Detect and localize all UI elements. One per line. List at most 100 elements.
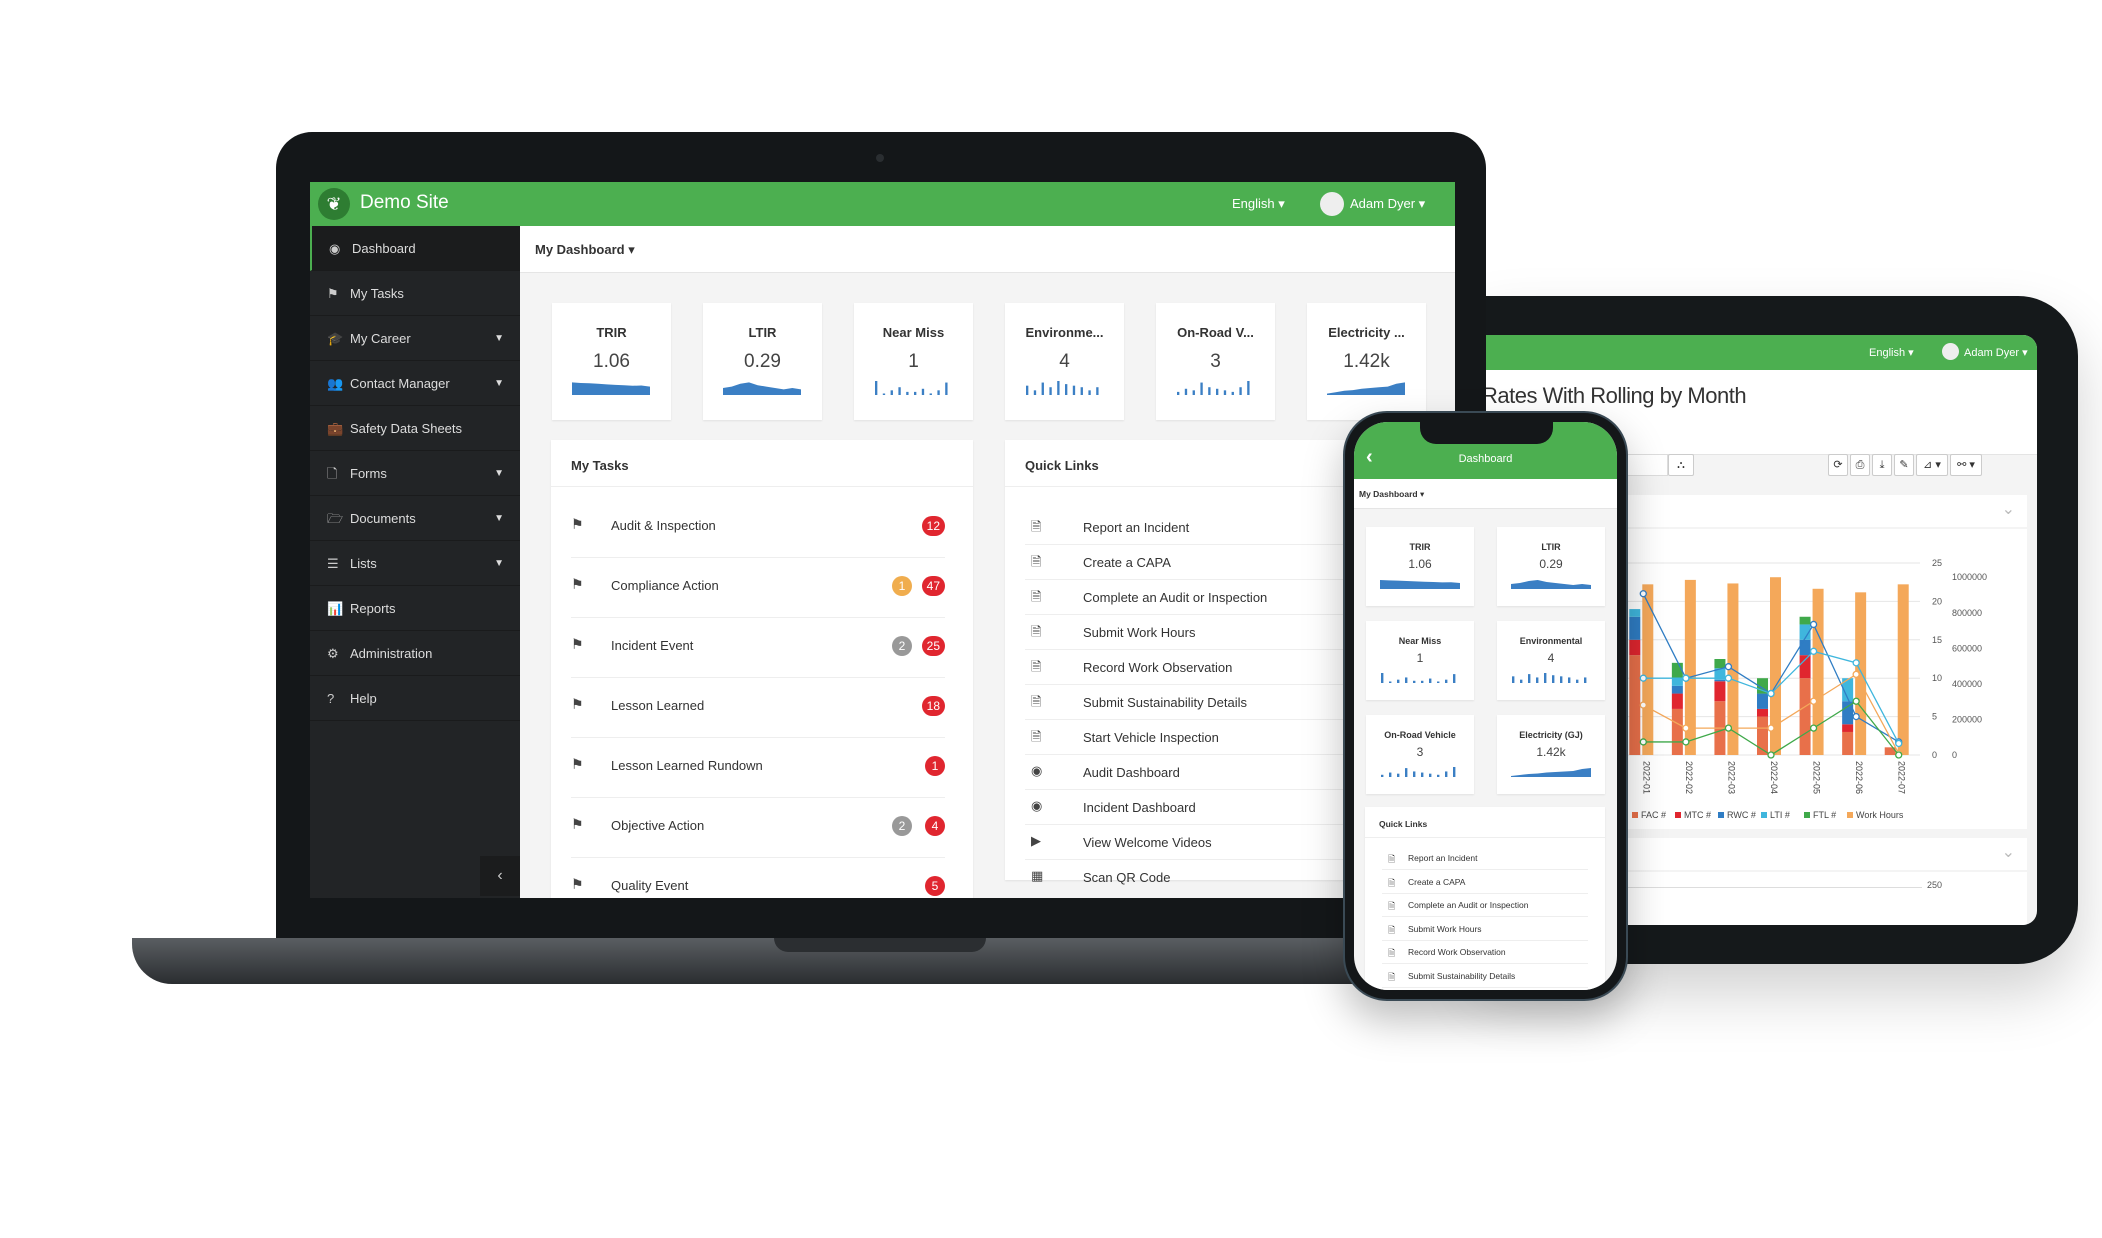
x-axis-tick: 2022-03	[1726, 761, 1736, 794]
kpi-card[interactable]: On-Road V... 3	[1156, 303, 1275, 420]
quick-link[interactable]: 🗎 Submit Work Hours	[1382, 918, 1588, 941]
sparkline-bar	[1072, 385, 1076, 395]
leaf-logo-icon[interactable]: ❦	[318, 188, 350, 220]
sparkline-bar	[945, 382, 948, 395]
kpi-value: 0.29	[744, 351, 781, 372]
quick-link[interactable]: 🗎 Submit Sustainability Details	[1382, 965, 1588, 988]
phone-header: ‹ Dashboard	[1354, 422, 1617, 479]
user-menu[interactable]: Adam Dyer ▾	[1964, 346, 2028, 359]
kpi-card[interactable]: Near Miss 1	[854, 303, 973, 420]
left-axis-tick: 25	[1932, 558, 1942, 568]
sparkline-bar	[1445, 679, 1448, 683]
left-axis-tick: 5	[1932, 712, 1937, 722]
sidebar-item-help[interactable]: ? Help	[310, 676, 520, 721]
sidebar-item-contact-manager[interactable]: 👥 Contact Manager ▼	[310, 361, 520, 406]
hierarchy-button[interactable]: ⛬	[1668, 454, 1694, 476]
sparkline-bar	[1405, 677, 1408, 683]
panel-title: Quick Links	[1379, 819, 1428, 829]
quick-link[interactable]: 🗎 Report an Incident	[1382, 847, 1588, 870]
count-badge: 25	[921, 636, 945, 656]
task-item[interactable]: ⚑ Objective Action 2 4	[571, 798, 945, 858]
flag-icon: ⚑	[571, 696, 584, 712]
kpi-card[interactable]: Environme... 4	[1005, 303, 1124, 420]
sidebar-item-label: Administration	[350, 646, 433, 661]
legend-swatch	[1718, 812, 1724, 818]
link-button[interactable]: ⚯ ▾	[1950, 454, 1982, 476]
sparkline	[1511, 768, 1591, 777]
task-item[interactable]: ⚑ Lesson Learned 18	[571, 678, 945, 738]
my-tasks-panel: My Tasks ⚑ Audit & Inspection 12 ⚑ Complianc…	[551, 440, 973, 898]
collapse-sidebar-button[interactable]: ‹	[480, 856, 520, 896]
kpi-card[interactable]: LTIR 0.29	[1497, 527, 1605, 606]
sparkline-bar	[1231, 391, 1234, 395]
stacked-bar-rwc	[1799, 639, 1811, 656]
list-icon: ☰	[327, 556, 339, 571]
site-name[interactable]: Demo Site	[360, 192, 449, 214]
legend-swatch	[1632, 812, 1638, 818]
kpi-card[interactable]: TRIR 1.06	[1366, 527, 1474, 606]
kpi-card[interactable]: On-Road Vehicle 3	[1366, 715, 1474, 794]
sidebar-item-safety-data-sheets[interactable]: 💼 Safety Data Sheets	[310, 406, 520, 451]
kpi-card[interactable]: Environmental 4	[1497, 621, 1605, 700]
edit-button[interactable]: ✎	[1894, 454, 1914, 476]
right-axis-tick: 800000	[1952, 608, 1982, 618]
right-axis-tick: 600000	[1952, 643, 1982, 653]
kpi-card[interactable]: Near Miss 1	[1366, 621, 1474, 700]
line-point	[1639, 738, 1647, 746]
sparkline-bar	[1381, 774, 1384, 777]
sparkline-bar	[1208, 387, 1211, 395]
sidebar-item-reports[interactable]: 📊 Reports	[310, 586, 520, 631]
refresh-button[interactable]: ⟳	[1828, 454, 1848, 476]
sidebar-item-lists[interactable]: ☰ Lists ▼	[310, 541, 520, 586]
task-item[interactable]: ⚑ Incident Event 2 25	[571, 618, 945, 678]
caret-down-icon: ▼	[494, 333, 504, 344]
sparkline-bar	[1437, 681, 1440, 683]
user-menu[interactable]: Adam Dyer ▾	[1350, 196, 1425, 212]
count-badge: 1	[925, 756, 945, 776]
kpi-card[interactable]: TRIR 1.06	[552, 303, 671, 420]
task-item[interactable]: ⚑ Quality Event 5	[571, 858, 945, 898]
line-point	[1809, 697, 1818, 705]
download-button[interactable]: ⤓	[1872, 454, 1892, 476]
dashboard-selector[interactable]: My Dashboard ▾	[1359, 489, 1424, 500]
quick-link-label: Record Work Observation	[1408, 947, 1506, 957]
caret-down-icon: ▼	[494, 513, 504, 524]
chevron-down-icon[interactable]: ⌄	[2002, 499, 2015, 519]
print-button[interactable]: ⎙	[1850, 454, 1870, 476]
stacked-bar-fac	[1799, 678, 1811, 755]
bar-chart-icon: 📊	[327, 601, 344, 616]
sparkline-bar	[921, 388, 925, 395]
task-item[interactable]: ⚑ Audit & Inspection 12	[571, 498, 945, 558]
quick-link-label: View Welcome Videos	[1083, 835, 1212, 850]
task-item[interactable]: ⚑ Lesson Learned Rundown 1	[571, 738, 945, 798]
dashboard-selector-label: My Dashboard	[1359, 489, 1418, 499]
sparkline-bar	[1177, 391, 1180, 395]
quick-link[interactable]: 🗎 Record Work Observation	[1382, 941, 1588, 964]
rss-button[interactable]: ⊿ ▾	[1916, 454, 1948, 476]
quick-link-label: Report an Incident	[1408, 853, 1478, 863]
kpi-card[interactable]: Electricity (GJ) 1.42k	[1497, 715, 1605, 794]
avatar[interactable]	[1942, 343, 1959, 360]
sidebar-item-documents[interactable]: 🗁 Documents ▼	[310, 496, 520, 541]
sidebar-item-dashboard[interactable]: ◉ Dashboard	[310, 226, 520, 271]
top-navbar: ❦ Demo Site English ▾ Adam Dyer ▾	[310, 182, 1455, 226]
chevron-down-icon[interactable]: ⌄	[2002, 842, 2015, 862]
sidebar-item-forms[interactable]: 🗋 Forms ▼	[310, 451, 520, 496]
language-label: English	[1232, 196, 1275, 211]
sidebar: ◉ Dashboard ⚑ My Tasks 🎓 My Career ▼ 👥 Contact M…	[310, 226, 520, 898]
language-dropdown[interactable]: English ▾	[1869, 346, 1914, 359]
quick-link[interactable]: 🗎 Complete an Audit or Inspection	[1382, 894, 1588, 917]
legend-swatch	[1847, 812, 1853, 818]
sidebar-item-administration[interactable]: ⚙ Administration	[310, 631, 520, 676]
task-item[interactable]: ⚑ Compliance Action 1 47	[571, 558, 945, 618]
avatar[interactable]	[1320, 192, 1344, 216]
sparkline-bar	[1057, 381, 1060, 395]
kpi-card[interactable]: Electricity ... 1.42k	[1307, 303, 1426, 420]
kpi-card[interactable]: LTIR 0.29	[703, 303, 822, 420]
task-label: Incident Event	[611, 638, 694, 653]
language-dropdown[interactable]: English ▾	[1232, 196, 1285, 212]
quick-link[interactable]: 🗎 Create a CAPA	[1382, 871, 1588, 894]
dashboard-selector[interactable]: My Dashboard ▾	[535, 242, 635, 258]
sidebar-item-my-career[interactable]: 🎓 My Career ▼	[310, 316, 520, 361]
sidebar-item-my-tasks[interactable]: ⚑ My Tasks	[310, 271, 520, 316]
